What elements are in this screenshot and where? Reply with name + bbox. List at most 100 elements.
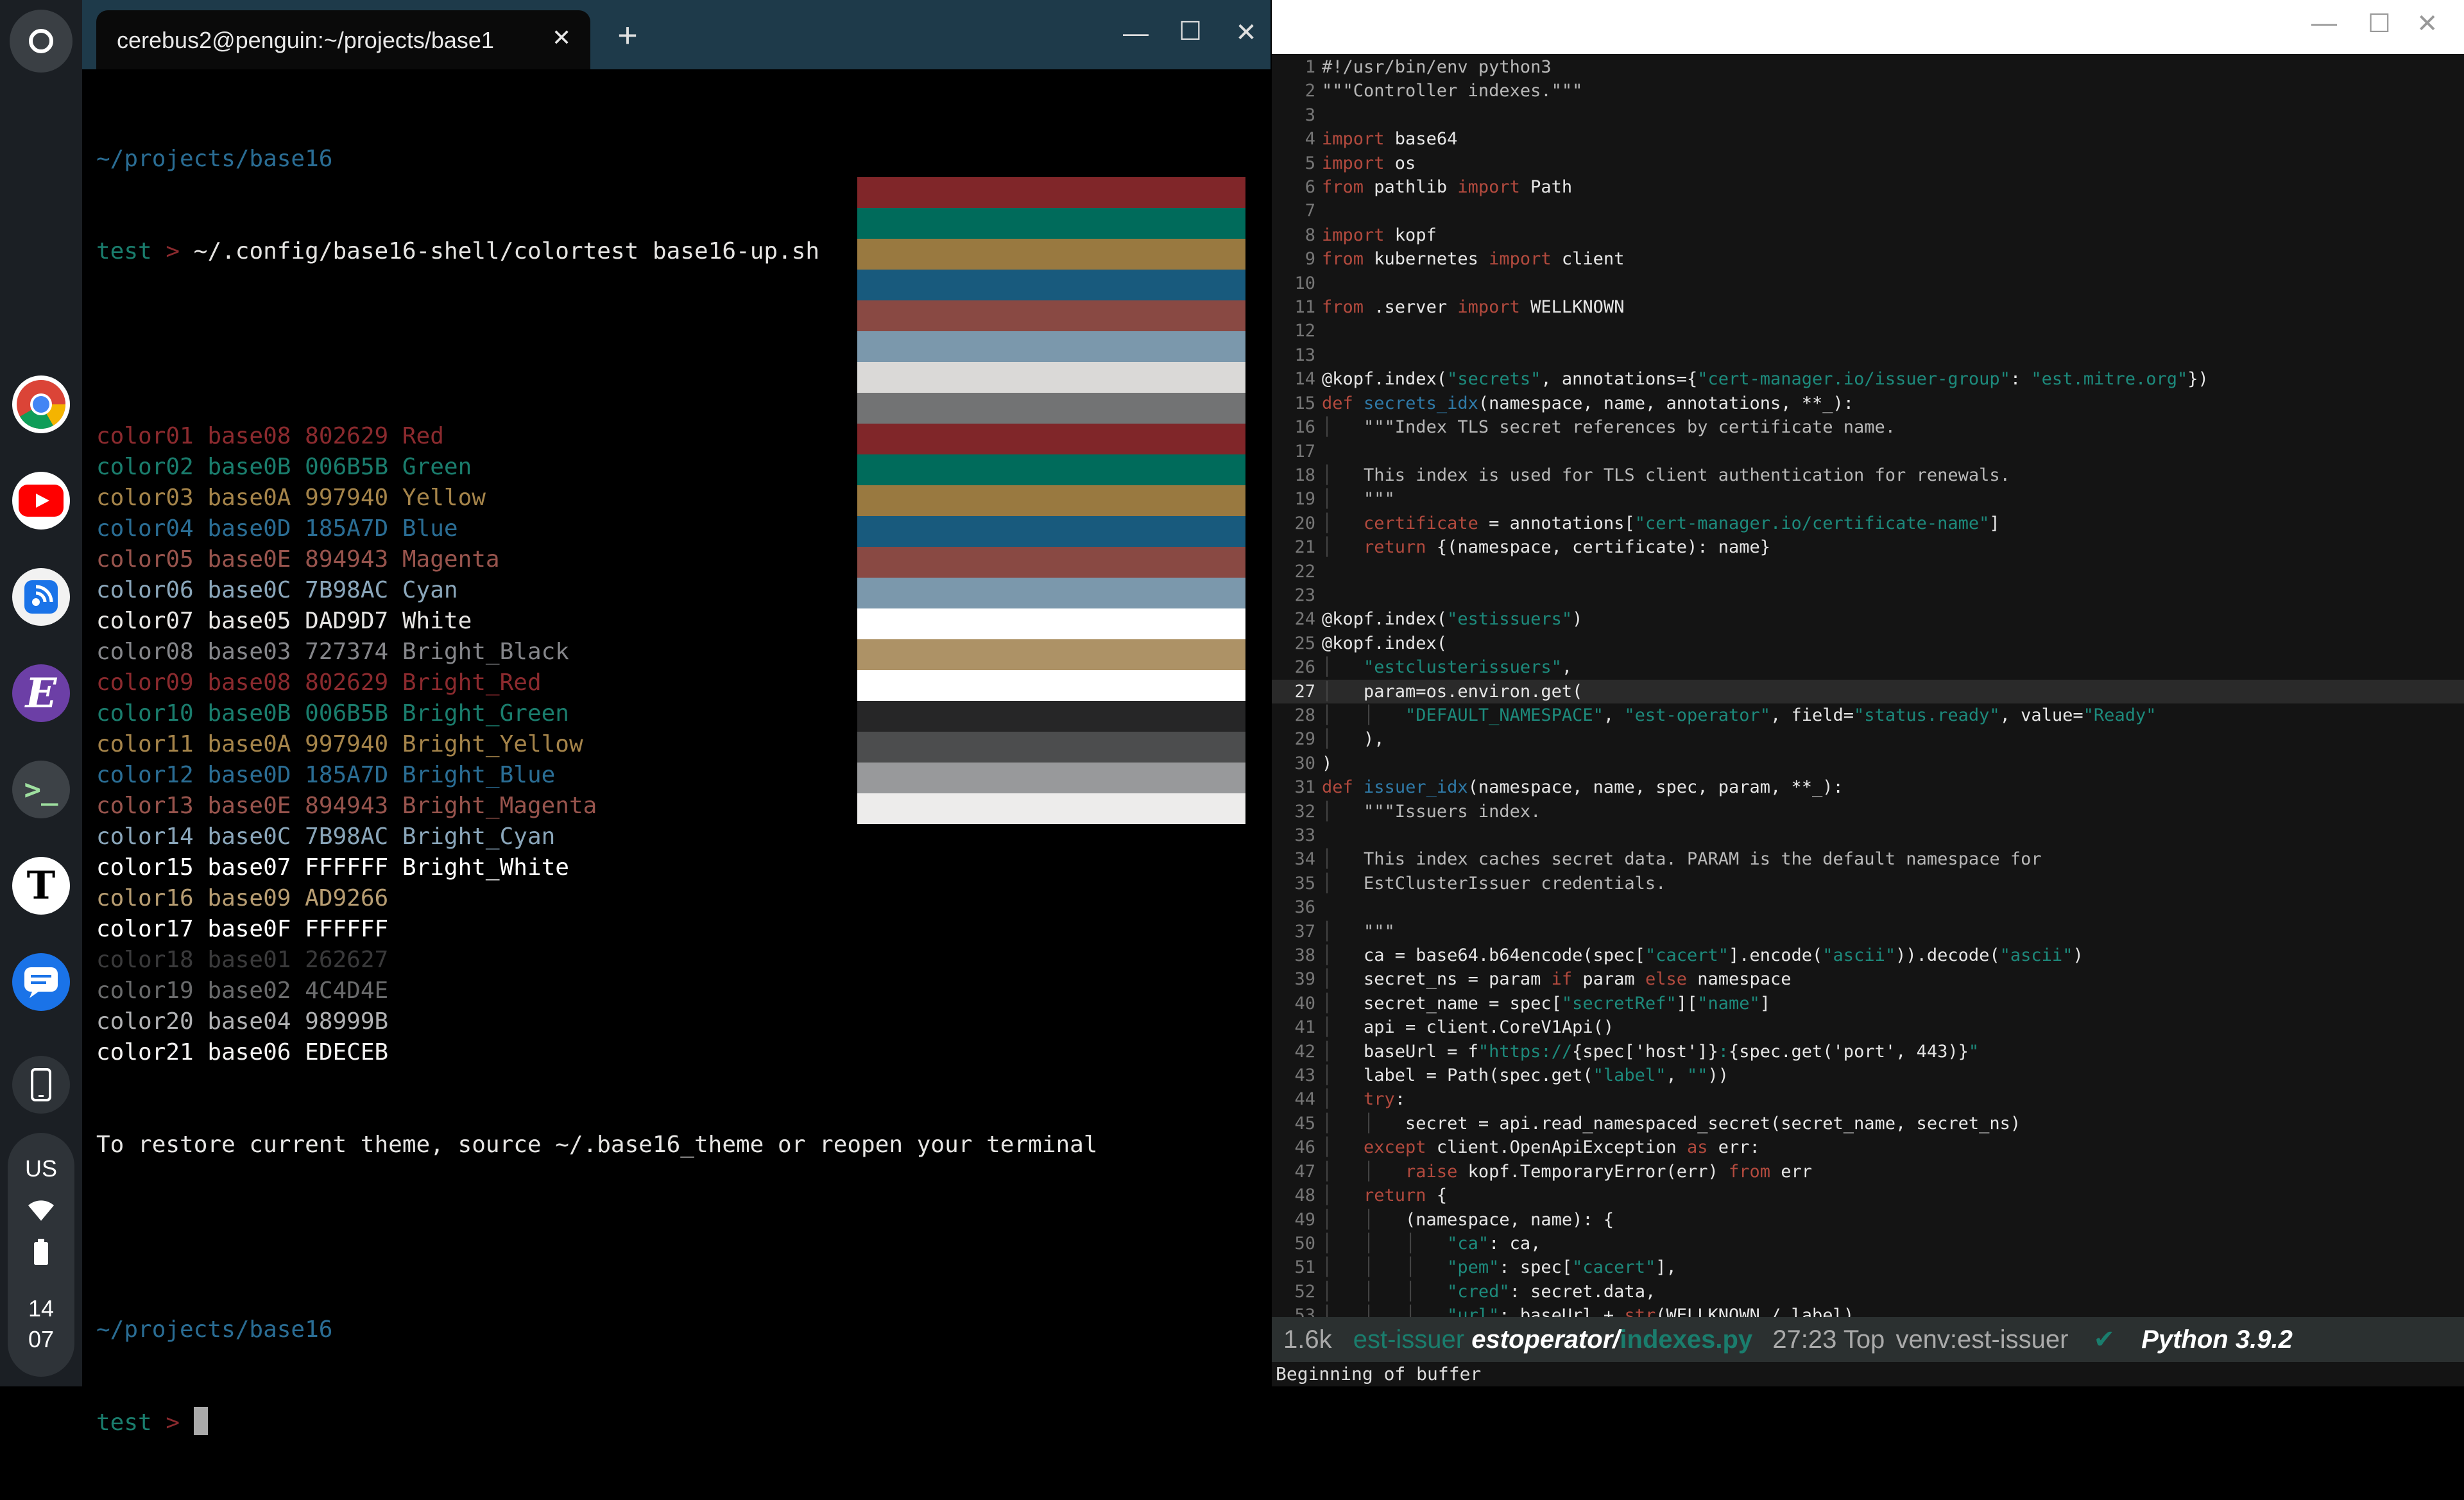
phone-icon[interactable] [12,1056,70,1114]
code-line: 35 │ EstClusterIssuer credentials. [1272,872,2464,895]
line-number: 31 [1294,777,1315,798]
maximize-button[interactable]: ☐ [1171,17,1210,46]
colortest-name: color20 [96,1008,194,1035]
launcher-icon[interactable] [10,10,73,73]
minimize-button[interactable]: — [1116,19,1155,48]
code-token: │ [1322,801,1364,822]
editor-titlebar: — ☐ ✕ [1272,0,2464,54]
code-token: issuer_idx [1364,777,1468,798]
chrome-icon[interactable] [12,375,70,433]
colortest-base: base06 [207,1039,291,1065]
colortest-base: base0B [207,454,291,480]
minimize-button[interactable]: — [2311,9,2337,38]
code-token: , [1603,705,1625,725]
colortest-row: color15 base07 FFFFFF Bright_White [96,852,1264,883]
colortest-name: color04 [96,515,194,542]
keyboard-layout[interactable]: US [0,1155,82,1182]
line-number: 52 [1294,1281,1315,1302]
code-token: param [1572,969,1645,990]
code-line: 2 """Controller indexes.""" [1272,79,2464,103]
tab-close-icon[interactable]: ✕ [552,24,571,51]
echo-area: Beginning of buffer [1276,1363,1482,1384]
code-line: 34 │ This index caches secret data. PARAM… [1272,847,2464,871]
line-number: 4 [1305,129,1315,150]
youtube-icon[interactable] [12,472,70,530]
emacs-icon[interactable]: E [12,664,70,722]
code-token: WELLKNOWN [1519,297,1625,318]
prompt-line[interactable]: test > [96,1407,1264,1438]
line-number: 15 [1294,393,1315,413]
code-line: 18 │ This index is used for TLS client au… [1272,463,2464,487]
color-swatch [857,701,1245,732]
colortest-row: color17 base0F FFFFFF [96,914,1264,945]
line-number: 24 [1294,609,1315,630]
terminal-titlebar: cerebus2@penguin:~/projects/base1 ✕ + — … [82,0,1270,69]
code-token: err: [1707,1137,1760,1158]
checker-icon: ✔ [2093,1325,2116,1354]
project-name: est-issuer [1353,1325,1465,1354]
code-token: label = Path(spec.get( [1364,1065,1593,1086]
code-token: ][ [1676,993,1698,1013]
colortest-hex: 262627 [305,947,389,973]
code-token: : [2010,369,2032,390]
code-line: 38 │ ca = base64.b64encode(spec["cacert"]… [1272,944,2464,967]
terminal-icon[interactable]: >_ [12,761,70,818]
line-number: 17 [1294,441,1315,461]
line-number: 45 [1294,1113,1315,1134]
colortest-row: color19 base02 4C4D4E [96,976,1264,1006]
code-buffer[interactable]: 1 #!/usr/bin/env python3 2 """Controller in… [1272,55,2464,1328]
messages-icon[interactable] [12,953,70,1011]
line-number: 21 [1294,537,1315,558]
maximize-button[interactable]: ☐ [2368,9,2391,39]
podcast-icon[interactable] [12,568,70,626]
terminal-cursor [193,1407,208,1435]
code-line: 29 │ ), [1272,727,2464,751]
code-token: "ascii" [1999,945,2073,966]
terminal-tab[interactable]: cerebus2@penguin:~/projects/base1 ✕ [96,10,590,69]
colortest-base: base07 [207,854,291,881]
code-line: 32 │ """Issuers index. [1272,800,2464,823]
code-token: "cred" [1447,1281,1510,1302]
code-line: 10 [1272,272,2464,295]
terminal-window[interactable]: cerebus2@penguin:~/projects/base1 ✕ + — … [82,0,1270,1436]
colortest-base: base02 [207,978,291,1004]
code-token: : spec[ [1499,1257,1573,1278]
code-token: .server [1364,297,1458,318]
line-number: 18 [1294,465,1315,485]
line-number: 37 [1294,921,1315,942]
colortest-base: base0C [207,823,291,850]
line-number: 50 [1294,1233,1315,1254]
line-number: 10 [1294,273,1315,293]
nytimes-icon[interactable]: T [12,857,70,915]
clock-minute: 07 [28,1326,55,1352]
restore-message: To restore current theme, source ~/.base… [96,1132,1098,1158]
colortest-label: White [402,608,472,634]
code-token: from [1322,297,1364,318]
code-token: │ [1322,1041,1364,1062]
colortest-label: Red [402,423,444,449]
code-token: from [1322,249,1364,270]
code-token: kopf.TemporaryError(err) [1457,1161,1729,1182]
code-token: except [1364,1137,1426,1158]
code-token: @kopf.index( [1322,633,1448,653]
code-token: kopf [1384,225,1437,245]
new-tab-button[interactable]: + [608,15,647,55]
colortest-name: color05 [96,546,194,573]
colortest-hex: 997940 [305,731,389,757]
colortest-base: base09 [207,885,291,911]
color-swatch [857,578,1245,608]
code-token: )).decode( [1895,945,2000,966]
line-number: 6 [1305,177,1315,198]
close-button[interactable]: ✕ [1227,18,1265,47]
prompt-arrow: > [166,238,180,264]
code-token: api = client.CoreV1Api() [1364,1017,1614,1038]
close-button[interactable]: ✕ [2417,9,2438,39]
color-swatch [857,424,1245,454]
code-line: 3 [1272,103,2464,127]
code-token: return [1364,537,1426,558]
code-token: "DEFAULT_NAMESPACE" [1405,705,1604,725]
editor-window[interactable]: — ☐ ✕ 1 #!/usr/bin/env python3 2 """Control… [1272,0,2464,1386]
color-swatch [857,393,1245,424]
colortest-name: color17 [96,916,194,942]
code-line: 19 │ """ [1272,487,2464,511]
